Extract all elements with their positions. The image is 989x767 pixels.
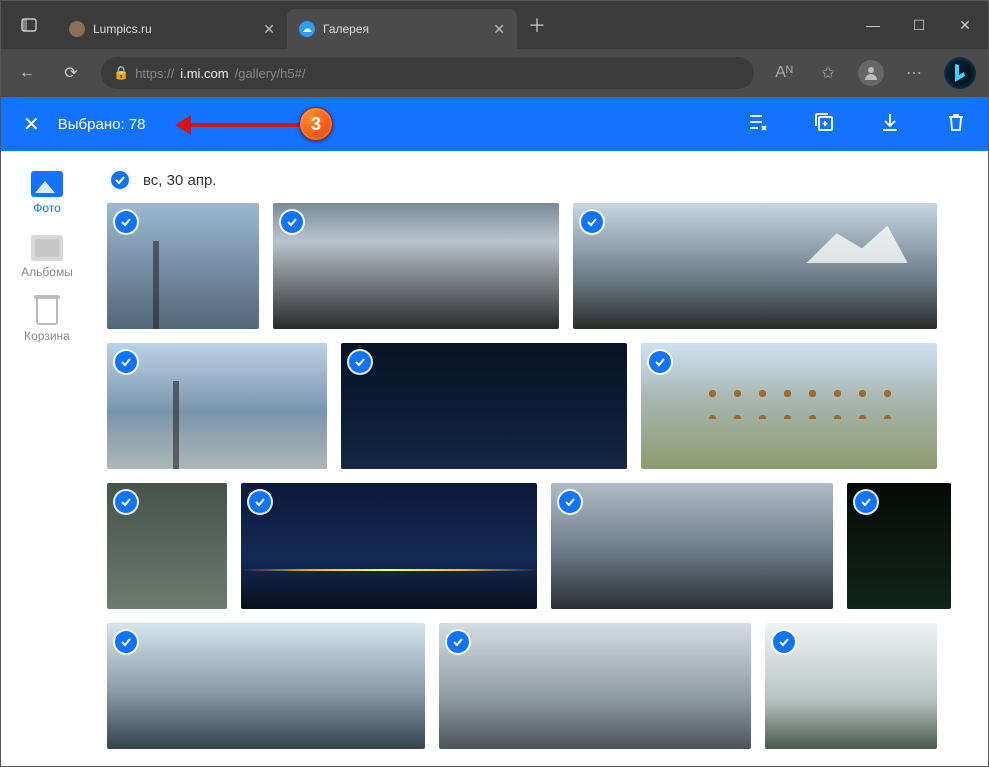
photo-thumbnail[interactable] [107, 203, 259, 329]
sidebar: Фото Альбомы Корзина [1, 151, 93, 766]
tab-close-button[interactable]: ✕ [263, 21, 275, 38]
photo-selected-icon[interactable] [115, 211, 137, 233]
photo-thumbnail[interactable] [273, 203, 559, 329]
photo-selected-icon[interactable] [447, 631, 469, 653]
annotation-step-badge: 3 [299, 107, 333, 141]
download-button[interactable] [880, 112, 900, 137]
sidebar-item-albums[interactable]: Альбомы [1, 229, 93, 285]
remove-from-list-button[interactable] [748, 112, 768, 137]
delete-button[interactable] [946, 112, 966, 137]
sidebar-item-trash[interactable]: Корзина [1, 293, 93, 349]
browser-titlebar: Lumpics.ru ✕ ☁ Галерея ✕ ＋ — ☐ ✕ [1, 1, 988, 49]
favorites-button[interactable]: ✩ [814, 63, 842, 83]
page-content: Фото Альбомы Корзина вс, 30 апр. [1, 151, 988, 766]
bing-chat-button[interactable] [944, 57, 976, 89]
window-maximize-button[interactable]: ☐ [896, 1, 942, 49]
browser-tab-gallery[interactable]: ☁ Галерея ✕ [287, 9, 517, 49]
browser-toolbar: ← ⟳ 🔒 https:// i.mi.com/gallery/h5#/ Aᴺ ✩… [1, 49, 988, 97]
photo-thumbnail[interactable] [107, 483, 227, 609]
favicon-icon: ☁ [299, 21, 315, 37]
sidebar-item-label: Фото [33, 201, 61, 215]
sidebar-item-label: Альбомы [21, 265, 73, 279]
sidebar-item-photos[interactable]: Фото [1, 165, 93, 221]
more-options-button[interactable]: ⋯ [900, 63, 928, 83]
tab-manager-button[interactable] [1, 1, 57, 49]
photo-thumbnail[interactable] [107, 343, 327, 469]
date-group-label: вс, 30 апр. [143, 172, 216, 189]
photo-selected-icon[interactable] [349, 351, 371, 373]
sidebar-item-label: Корзина [24, 329, 70, 343]
photo-selected-icon[interactable] [281, 211, 303, 233]
url-protocol: https:// [135, 66, 174, 81]
photo-selected-icon[interactable] [581, 211, 603, 233]
window-controls: — ☐ ✕ [850, 1, 988, 49]
tab-title: Lumpics.ru [93, 22, 255, 36]
photo-thumbnail[interactable] [765, 623, 937, 749]
photo-selected-icon[interactable] [115, 631, 137, 653]
window-minimize-button[interactable]: — [850, 1, 896, 49]
date-group-header[interactable]: вс, 30 апр. [109, 169, 970, 191]
photo-selected-icon[interactable] [649, 351, 671, 373]
date-group-checkbox[interactable] [109, 169, 131, 191]
annotation-arrow [179, 123, 299, 127]
photo-gallery: вс, 30 апр. [93, 151, 988, 766]
photo-thumbnail[interactable] [551, 483, 833, 609]
tab-close-button[interactable]: ✕ [493, 21, 505, 38]
address-bar[interactable]: 🔒 https:// i.mi.com/gallery/h5#/ [101, 57, 754, 89]
browser-tab-lumpics[interactable]: Lumpics.ru ✕ [57, 9, 287, 49]
photo-thumbnail[interactable] [241, 483, 537, 609]
nav-refresh-button[interactable]: ⟳ [57, 63, 85, 83]
photo-row [107, 623, 970, 749]
read-aloud-button[interactable]: Aᴺ [770, 64, 798, 82]
url-path: /gallery/h5#/ [235, 66, 306, 81]
photo-selected-icon[interactable] [773, 631, 795, 653]
photo-thumbnail[interactable] [107, 623, 425, 749]
selection-toolbar: ✕ Выбрано: 78 3 [1, 97, 988, 151]
photo-row [107, 343, 970, 469]
lock-icon: 🔒 [113, 65, 129, 81]
photo-selected-icon[interactable] [115, 351, 137, 373]
photo-selected-icon[interactable] [559, 491, 581, 513]
selection-count-label: Выбрано: 78 [58, 116, 146, 133]
favicon-icon [69, 21, 85, 37]
photo-selected-icon[interactable] [249, 491, 271, 513]
window-close-button[interactable]: ✕ [942, 1, 988, 49]
add-to-album-button[interactable] [814, 112, 834, 137]
selection-close-button[interactable]: ✕ [23, 112, 40, 137]
photo-thumbnail[interactable] [439, 623, 751, 749]
photos-icon [31, 171, 63, 197]
tab-title: Галерея [323, 22, 485, 36]
albums-icon [31, 235, 63, 261]
photo-thumbnail[interactable] [641, 343, 937, 469]
new-tab-button[interactable]: ＋ [517, 1, 557, 49]
photo-thumbnail[interactable] [341, 343, 627, 469]
trash-icon [36, 299, 58, 325]
photo-row [107, 483, 970, 609]
url-host: i.mi.com [180, 66, 228, 81]
photo-thumbnail[interactable] [573, 203, 937, 329]
photo-thumbnail[interactable] [847, 483, 951, 609]
photo-row [107, 203, 970, 329]
profile-button[interactable] [858, 60, 884, 86]
photo-selected-icon[interactable] [855, 491, 877, 513]
nav-back-button[interactable]: ← [13, 64, 41, 82]
photo-selected-icon[interactable] [115, 491, 137, 513]
